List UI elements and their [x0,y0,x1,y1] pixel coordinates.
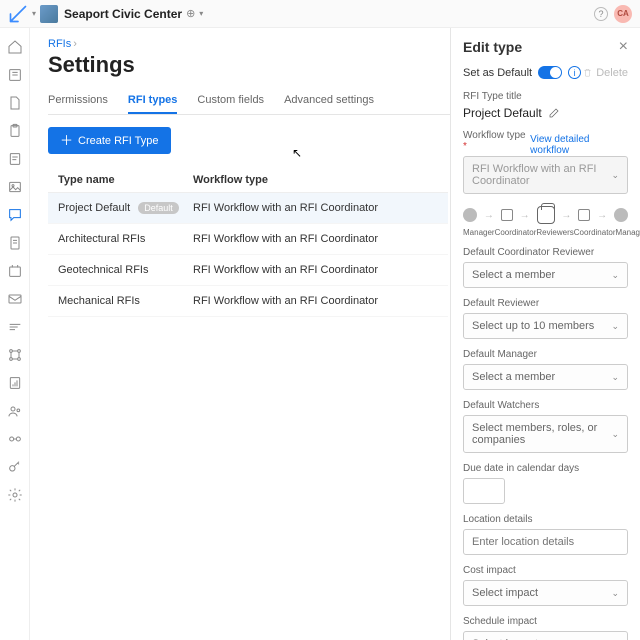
wf-node-coordinator-1 [501,209,513,221]
watchers-select[interactable]: Select members, roles, or companies⌄ [463,415,628,453]
due-date-input[interactable] [463,478,505,504]
close-icon[interactable]: × [619,38,628,56]
location-input[interactable] [463,529,628,555]
reviewer-select[interactable]: Select up to 10 members⌄ [463,313,628,339]
nav-photos-icon[interactable] [2,174,28,200]
breadcrumb-root[interactable]: RFIs [48,38,71,50]
product-icon[interactable] [8,4,28,24]
workflow-type-select[interactable]: RFI Workflow with an RFI Coordinator⌄ [463,156,628,194]
table-header: Type name Workflow type [48,168,448,193]
project-caret[interactable]: ▾ [199,9,203,18]
workflow-name: RFI Workflow with an RFI Coordinator [193,233,438,245]
view-workflow-link[interactable]: View detailed workflow [530,134,628,156]
type-name: Architectural RFIs [58,233,193,245]
wf-node-manager-start [463,208,477,222]
help-icon[interactable]: ? [594,7,608,21]
chevron-down-icon: ⌄ [611,588,619,599]
globe-icon: ⊕ [186,7,195,20]
type-name: Mechanical RFIs [58,295,193,307]
arrow-icon: → [561,210,571,221]
table-row[interactable]: Mechanical RFIs RFI Workflow with an RFI… [48,286,448,317]
nav-files-icon[interactable] [2,90,28,116]
workflow-name: RFI Workflow with an RFI Coordinator [193,264,438,276]
delete-button: Delete [582,67,628,79]
type-title-value: Project Default [463,106,542,120]
wf-node-manager-end [614,208,628,222]
tab-custom-fields[interactable]: Custom fields [197,88,264,114]
cost-impact-label: Cost impact [463,565,628,576]
topbar: ▾ Seaport Civic Center ⊕ ▾ ? CA [0,0,640,28]
nav-key-icon[interactable] [2,454,28,480]
nav-home-icon[interactable] [2,34,28,60]
workflow-diagram: → → → → [463,206,628,224]
chevron-down-icon: ⌄ [611,321,619,332]
chevron-down-icon: ⌄ [611,170,619,181]
schedule-impact-select[interactable]: Select impact⌄ [463,631,628,640]
workflow-labels: Manager Coordinator Reviewers Coordinato… [463,228,628,237]
tab-permissions[interactable]: Permissions [48,88,108,114]
type-name: Project Default [58,202,130,214]
default-badge: Default [138,202,179,214]
nav-bridge-icon[interactable] [2,426,28,452]
rfi-types-table: Type name Workflow type Project Default … [48,168,448,317]
nav-clipboard-icon[interactable] [2,118,28,144]
watchers-label: Default Watchers [463,400,628,411]
nav-meetings-icon[interactable] [2,258,28,284]
coord-reviewer-select[interactable]: Select a member⌄ [463,262,628,288]
info-icon[interactable]: i [568,66,581,79]
reviewer-label: Default Reviewer [463,298,628,309]
sidebar [0,28,30,640]
edit-type-panel: Edit type × Set as Default i Delete RFI … [450,28,640,640]
chevron-down-icon: ⌄ [611,372,619,383]
col-type-name[interactable]: Type name [58,174,193,186]
coord-reviewer-label: Default Coordinator Reviewer [463,247,628,258]
workflow-name: RFI Workflow with an RFI Coordinator [193,295,438,307]
plus-icon: ＋ [60,134,73,147]
product-caret[interactable]: ▾ [32,9,36,18]
arrow-icon: → [597,210,607,221]
table-row[interactable]: Architectural RFIs RFI Workflow with an … [48,224,448,255]
nav-forms-icon[interactable] [2,146,28,172]
col-workflow-type[interactable]: Workflow type [193,174,438,186]
tab-rfi-types[interactable]: RFI types [128,88,178,114]
create-button-label: Create RFI Type [78,135,159,147]
schedule-impact-label: Schedule impact [463,616,628,627]
project-thumbnail [40,5,58,23]
nav-submittals-icon[interactable] [2,230,28,256]
breadcrumb-sep: › [73,38,77,50]
chevron-down-icon: ⌄ [611,270,619,281]
edit-icon[interactable] [548,107,560,119]
type-title-label: RFI Type title [463,91,628,102]
tab-advanced-settings[interactable]: Advanced settings [284,88,374,114]
type-name: Geotechnical RFIs [58,264,193,276]
nav-schedule-icon[interactable] [2,314,28,340]
nav-assets-icon[interactable] [2,342,28,368]
nav-settings-icon[interactable] [2,482,28,508]
table-row[interactable]: Project Default Default RFI Workflow wit… [48,193,448,224]
nav-members-icon[interactable] [2,398,28,424]
cost-impact-select[interactable]: Select impact⌄ [463,580,628,606]
manager-label: Default Manager [463,349,628,360]
wf-node-reviewers [537,206,555,224]
panel-title: Edit type [463,39,522,55]
create-rfi-type-button[interactable]: ＋ Create RFI Type [48,127,171,154]
nav-sheets-icon[interactable] [2,62,28,88]
due-date-label: Due date in calendar days [463,463,628,474]
project-name[interactable]: Seaport Civic Center [64,7,182,21]
workflow-name: RFI Workflow with an RFI Coordinator [193,202,438,214]
nav-reports-icon[interactable] [2,370,28,396]
arrow-icon: → [520,210,530,221]
nav-rfi-icon[interactable] [2,202,28,228]
user-avatar[interactable]: CA [614,5,632,23]
arrow-icon: → [484,210,494,221]
chevron-down-icon: ⌄ [611,429,619,440]
nav-correspondence-icon[interactable] [2,286,28,312]
workflow-type-label: Workflow type * [463,130,530,152]
set-default-label: Set as Default [463,67,532,79]
wf-node-coordinator-2 [578,209,590,221]
manager-select[interactable]: Select a member⌄ [463,364,628,390]
table-row[interactable]: Geotechnical RFIs RFI Workflow with an R… [48,255,448,286]
set-default-toggle[interactable] [538,66,562,79]
location-label: Location details [463,514,628,525]
